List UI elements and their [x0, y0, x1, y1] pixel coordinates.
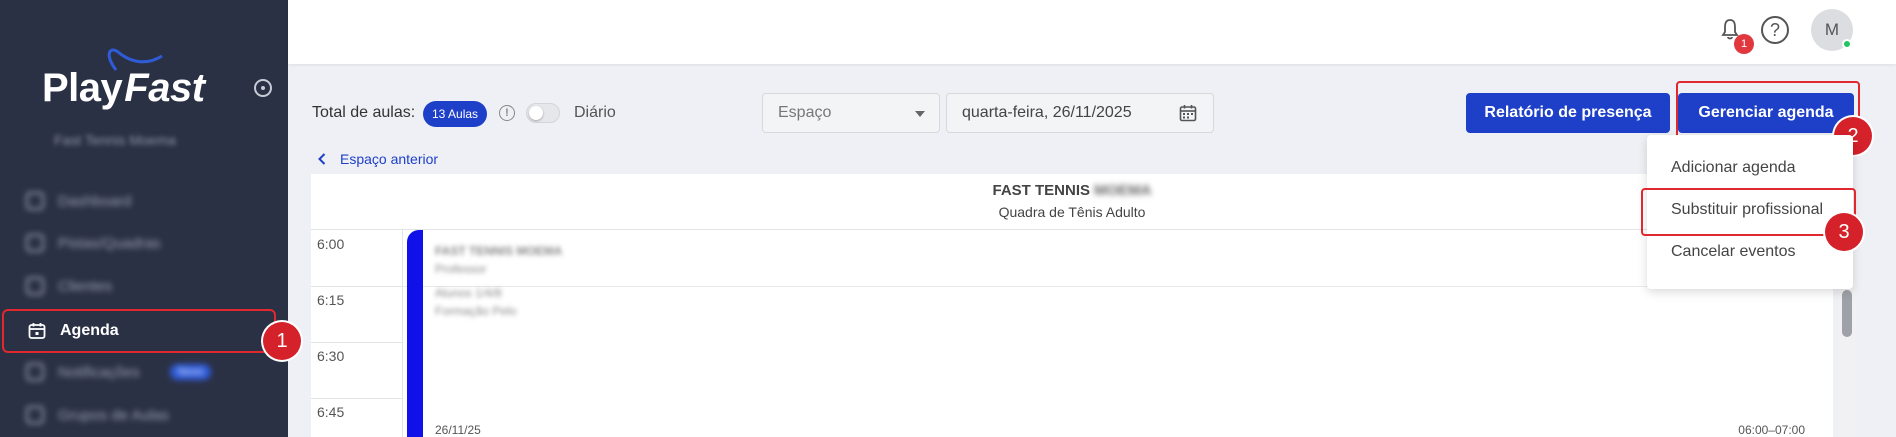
daily-toggle-label: Diário: [574, 104, 616, 121]
highlight-manage-schedule: [1676, 81, 1860, 141]
chevron-down-icon: [915, 111, 925, 117]
calendar-icon: [28, 323, 46, 339]
previous-space-link[interactable]: Espaço anterior: [318, 151, 438, 167]
sidebar-item-dashboard[interactable]: Dashboard: [26, 192, 131, 210]
bell-icon: [26, 363, 44, 381]
event-detail: Formação Pelo: [435, 304, 517, 318]
time-column: 6:00 6:15 6:30 6:45: [311, 230, 403, 437]
time-slot: 6:00: [311, 230, 403, 287]
event-color-bar: [407, 230, 423, 437]
org-name: Fast Tennis Moema: [54, 132, 176, 148]
step-marker-1: 1: [263, 322, 301, 360]
event-title: FAST TENNIS MOEMA: [435, 244, 563, 258]
daily-toggle[interactable]: [526, 103, 560, 123]
calendar-panel: FAST TENNIS MOEMA Quadra de Tênis Adulto …: [311, 174, 1833, 437]
sidebar-item-agenda[interactable]: Agenda: [2, 309, 276, 353]
calendar-grid: 6:00 6:15 6:30 6:45 FAST TENNIS MOEMA Pr…: [311, 229, 1833, 437]
calendar-picker-icon[interactable]: [1179, 104, 1197, 122]
sidebar-item-label: Grupos de Aulas: [58, 406, 169, 424]
space-select-placeholder: Espaço: [778, 104, 832, 121]
sidebar-item-label: Clientes: [58, 277, 113, 295]
online-status-indicator: [1842, 39, 1852, 49]
event-professional: Professor: [435, 262, 487, 276]
time-label: 6:30: [317, 348, 345, 364]
calendar-title-hidden: MOEMA: [1094, 182, 1152, 199]
time-slot: 6:15: [311, 286, 403, 343]
step-marker-3: 3: [1825, 213, 1863, 251]
sidebar-item-courts[interactable]: Pistas/Quadras: [26, 234, 161, 252]
time-slot: 6:45: [311, 398, 403, 437]
home-icon: [26, 192, 44, 210]
logo-swoosh-icon: [107, 48, 163, 71]
event-date: 26/11/25: [435, 423, 481, 437]
sidebar-item-label: Pistas/Quadras: [58, 234, 161, 252]
event-students: Alunos 1/4/8: [435, 286, 502, 300]
court-icon: [26, 234, 44, 252]
calendar-scrollbar[interactable]: [1842, 290, 1852, 337]
total-classes-label: Total de aulas:: [312, 104, 416, 121]
time-label: 6:15: [317, 292, 345, 308]
calendar-subtitle: Quadra de Tênis Adulto: [998, 204, 1146, 220]
calendar-title: FAST TENNIS MOEMA: [311, 182, 1833, 199]
time-label: 6:00: [317, 236, 345, 252]
sidebar-item-notifications[interactable]: Notificações Novo: [26, 363, 212, 381]
space-select[interactable]: Espaço: [762, 93, 940, 133]
menu-item-add-schedule[interactable]: Adicionar agenda: [1671, 159, 1796, 177]
sidebar-item-clients[interactable]: Clientes: [26, 277, 112, 295]
users-icon: [26, 277, 44, 295]
time-slot: 6:30: [311, 342, 403, 399]
calendar-event[interactable]: FAST TENNIS MOEMA Professor Alunos 1/4/8…: [407, 230, 1805, 437]
highlight-replace-professional: [1641, 188, 1856, 236]
sidebar-item-label: Notificações: [58, 363, 140, 381]
top-bar: [288, 0, 1896, 64]
total-classes-badge: 13 Aulas: [423, 101, 488, 127]
time-label: 6:45: [317, 404, 345, 420]
attendance-report-button[interactable]: Relatório de presença: [1466, 93, 1670, 133]
help-icon[interactable]: ?: [1761, 16, 1789, 44]
sidebar-item-label: Agenda: [60, 322, 119, 339]
calendar-title-text: FAST TENNIS: [992, 182, 1090, 199]
new-badge: Novo: [169, 364, 212, 380]
date-picker-field[interactable]: quarta-feira, 26/11/2025: [946, 93, 1214, 133]
event-time-range: 06:00–07:00: [1738, 423, 1805, 437]
date-value: quarta-feira, 26/11/2025: [962, 104, 1132, 121]
collapse-sidebar-icon[interactable]: [254, 79, 272, 97]
sidebar-item-label: Dashboard: [58, 192, 132, 210]
sidebar-item-groups[interactable]: Grupos de Aulas: [26, 406, 169, 424]
chevron-left-icon: [318, 153, 326, 165]
previous-space-label: Espaço anterior: [340, 151, 439, 167]
group-icon: [26, 406, 44, 424]
notification-count-badge: 1: [1734, 34, 1754, 54]
sidebar: PlayFast Fast Tennis Moema Dashboard Pis…: [0, 0, 288, 437]
menu-item-cancel-events[interactable]: Cancelar eventos: [1671, 243, 1796, 261]
info-icon[interactable]: !: [499, 105, 515, 121]
